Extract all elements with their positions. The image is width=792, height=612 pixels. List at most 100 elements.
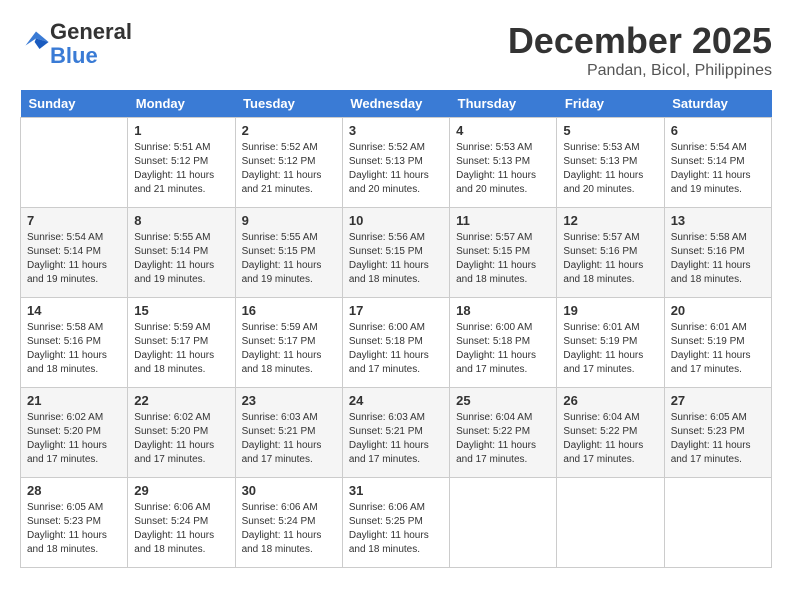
- calendar-cell: 2 Sunrise: 5:52 AMSunset: 5:12 PMDaylight…: [235, 118, 342, 208]
- day-number: 15: [134, 303, 228, 318]
- day-info: Sunrise: 5:53 AMSunset: 5:13 PMDaylight:…: [456, 141, 550, 197]
- calendar-cell: 4Sunrise: 5:53 AMSunset: 5:13 PMDaylight…: [450, 118, 557, 208]
- day-number: 13: [671, 213, 765, 228]
- day-number: 31: [349, 483, 443, 498]
- day-info: Sunrise: 6:00 AMSunset: 5:18 PMDaylight:…: [456, 321, 550, 377]
- calendar-table: SundayMondayTuesdayWednesdayThursdayFrid…: [20, 90, 772, 568]
- day-number: 23: [242, 393, 336, 408]
- calendar-cell: 5 Sunrise: 5:53 AMSunset: 5:13 PMDaylight…: [557, 118, 664, 208]
- calendar-cell: 16Sunrise: 5:59 AMSunset: 5:17 PMDayligh…: [235, 298, 342, 388]
- day-number: 25: [456, 393, 550, 408]
- day-number: 18: [456, 303, 550, 318]
- header-wednesday: Wednesday: [342, 90, 449, 118]
- calendar-cell: 10Sunrise: 5:56 AMSunset: 5:15 PMDayligh…: [342, 208, 449, 298]
- calendar-cell: 17 Sunrise: 6:00 AMSunset: 5:18 PMDayligh…: [342, 298, 449, 388]
- page-header: General Blue December 2025 Pandan, Bicol…: [20, 20, 772, 80]
- calendar-cell: 7 Sunrise: 5:54 AMSunset: 5:14 PMDaylight…: [21, 208, 128, 298]
- calendar-cell: 12 Sunrise: 5:57 AMSunset: 5:16 PMDayligh…: [557, 208, 664, 298]
- day-number: 21: [27, 393, 121, 408]
- calendar-cell: 1Sunrise: 5:51 AMSunset: 5:12 PMDaylight…: [128, 118, 235, 208]
- logo-bird-icon: [22, 28, 50, 56]
- day-info: Sunrise: 5:57 AMSunset: 5:16 PMDaylight:…: [563, 231, 657, 287]
- day-number: 28: [27, 483, 121, 498]
- day-info: Sunrise: 5:57 AMSunset: 5:15 PMDaylight:…: [456, 231, 550, 287]
- logo: General Blue: [20, 20, 132, 68]
- calendar-week-2: 7 Sunrise: 5:54 AMSunset: 5:14 PMDaylight…: [21, 208, 772, 298]
- calendar-cell: 28 Sunrise: 6:05 AMSunset: 5:23 PMDayligh…: [21, 478, 128, 568]
- header-monday: Monday: [128, 90, 235, 118]
- header-friday: Friday: [557, 90, 664, 118]
- calendar-cell: 19 Sunrise: 6:01 AMSunset: 5:19 PMDayligh…: [557, 298, 664, 388]
- day-number: 24: [349, 393, 443, 408]
- day-info: Sunrise: 5:52 AMSunset: 5:12 PMDaylight:…: [242, 141, 336, 197]
- calendar-cell: 8 Sunrise: 5:55 AMSunset: 5:14 PMDaylight…: [128, 208, 235, 298]
- day-info: Sunrise: 5:58 AMSunset: 5:16 PMDaylight:…: [27, 321, 121, 377]
- day-info: Sunrise: 6:01 AMSunset: 5:19 PMDaylight:…: [563, 321, 657, 377]
- day-number: 19: [563, 303, 657, 318]
- calendar-cell: 11 Sunrise: 5:57 AMSunset: 5:15 PMDayligh…: [450, 208, 557, 298]
- day-number: 7: [27, 213, 121, 228]
- day-info: Sunrise: 5:52 AMSunset: 5:13 PMDaylight:…: [349, 141, 443, 197]
- day-number: 27: [671, 393, 765, 408]
- day-info: Sunrise: 6:06 AMSunset: 5:24 PMDaylight:…: [134, 501, 228, 557]
- calendar-cell: 31 Sunrise: 6:06 AMSunset: 5:25 PMDayligh…: [342, 478, 449, 568]
- day-number: 2: [242, 123, 336, 138]
- day-info: Sunrise: 5:54 AMSunset: 5:14 PMDaylight:…: [671, 141, 765, 197]
- day-number: 8: [134, 213, 228, 228]
- calendar-cell: [664, 478, 771, 568]
- day-info: Sunrise: 5:58 AMSunset: 5:16 PMDaylight:…: [671, 231, 765, 287]
- day-number: 3: [349, 123, 443, 138]
- day-number: 6: [671, 123, 765, 138]
- calendar-week-3: 14 Sunrise: 5:58 AMSunset: 5:16 PMDayligh…: [21, 298, 772, 388]
- calendar-cell: 27 Sunrise: 6:05 AMSunset: 5:23 PMDayligh…: [664, 388, 771, 478]
- calendar-cell: [557, 478, 664, 568]
- day-number: 26: [563, 393, 657, 408]
- calendar-cell: 21Sunrise: 6:02 AMSunset: 5:20 PMDayligh…: [21, 388, 128, 478]
- logo-general-text: General: [50, 19, 132, 44]
- day-info: Sunrise: 5:59 AMSunset: 5:17 PMDaylight:…: [134, 321, 228, 377]
- day-info: Sunrise: 6:05 AMSunset: 5:23 PMDaylight:…: [671, 411, 765, 467]
- header-tuesday: Tuesday: [235, 90, 342, 118]
- calendar-week-5: 28 Sunrise: 6:05 AMSunset: 5:23 PMDayligh…: [21, 478, 772, 568]
- calendar-header-row: SundayMondayTuesdayWednesdayThursdayFrid…: [21, 90, 772, 118]
- day-info: Sunrise: 5:54 AMSunset: 5:14 PMDaylight:…: [27, 231, 121, 287]
- day-info: Sunrise: 6:06 AMSunset: 5:25 PMDaylight:…: [349, 501, 443, 557]
- day-number: 20: [671, 303, 765, 318]
- day-info: Sunrise: 6:03 AMSunset: 5:21 PMDaylight:…: [349, 411, 443, 467]
- day-number: 14: [27, 303, 121, 318]
- day-number: 11: [456, 213, 550, 228]
- day-info: Sunrise: 6:02 AMSunset: 5:20 PMDaylight:…: [134, 411, 228, 467]
- header-sunday: Sunday: [21, 90, 128, 118]
- day-number: 17: [349, 303, 443, 318]
- calendar-cell: 3 Sunrise: 5:52 AMSunset: 5:13 PMDaylight…: [342, 118, 449, 208]
- calendar-cell: [450, 478, 557, 568]
- day-number: 10: [349, 213, 443, 228]
- day-number: 9: [242, 213, 336, 228]
- calendar-cell: 13 Sunrise: 5:58 AMSunset: 5:16 PMDayligh…: [664, 208, 771, 298]
- calendar-cell: 6 Sunrise: 5:54 AMSunset: 5:14 PMDaylight…: [664, 118, 771, 208]
- header-saturday: Saturday: [664, 90, 771, 118]
- day-info: Sunrise: 5:55 AMSunset: 5:14 PMDaylight:…: [134, 231, 228, 287]
- calendar-cell: 24 Sunrise: 6:03 AMSunset: 5:21 PMDayligh…: [342, 388, 449, 478]
- title-block: December 2025 Pandan, Bicol, Philippines: [508, 20, 772, 80]
- day-info: Sunrise: 5:51 AMSunset: 5:12 PMDaylight:…: [134, 141, 228, 197]
- day-info: Sunrise: 6:04 AMSunset: 5:22 PMDaylight:…: [563, 411, 657, 467]
- calendar-cell: 26 Sunrise: 6:04 AMSunset: 5:22 PMDayligh…: [557, 388, 664, 478]
- day-number: 5: [563, 123, 657, 138]
- calendar-week-4: 21 Sunrise: 6:02 AMSunset: 5:20 PMDayligh…: [21, 388, 772, 478]
- calendar-cell: 14 Sunrise: 5:58 AMSunset: 5:16 PMDayligh…: [21, 298, 128, 388]
- header-thursday: Thursday: [450, 90, 557, 118]
- day-info: Sunrise: 6:03 AMSunset: 5:21 PMDaylight:…: [242, 411, 336, 467]
- calendar-cell: 29Sunrise: 6:06 AMSunset: 5:24 PMDayligh…: [128, 478, 235, 568]
- calendar-cell: [21, 118, 128, 208]
- calendar-cell: 18 Sunrise: 6:00 AMSunset: 5:18 PMDayligh…: [450, 298, 557, 388]
- day-number: 12: [563, 213, 657, 228]
- day-info: Sunrise: 5:53 AMSunset: 5:13 PMDaylight:…: [563, 141, 657, 197]
- calendar-cell: 15 Sunrise: 5:59 AMSunset: 5:17 PMDayligh…: [128, 298, 235, 388]
- day-info: Sunrise: 6:00 AMSunset: 5:18 PMDaylight:…: [349, 321, 443, 377]
- day-info: Sunrise: 5:55 AMSunset: 5:15 PMDaylight:…: [242, 231, 336, 287]
- calendar-cell: 25Sunrise: 6:04 AMSunset: 5:22 PMDayligh…: [450, 388, 557, 478]
- day-info: Sunrise: 6:01 AMSunset: 5:19 PMDaylight:…: [671, 321, 765, 377]
- day-info: Sunrise: 6:05 AMSunset: 5:23 PMDaylight:…: [27, 501, 121, 557]
- day-info: Sunrise: 6:06 AMSunset: 5:24 PMDaylight:…: [242, 501, 336, 557]
